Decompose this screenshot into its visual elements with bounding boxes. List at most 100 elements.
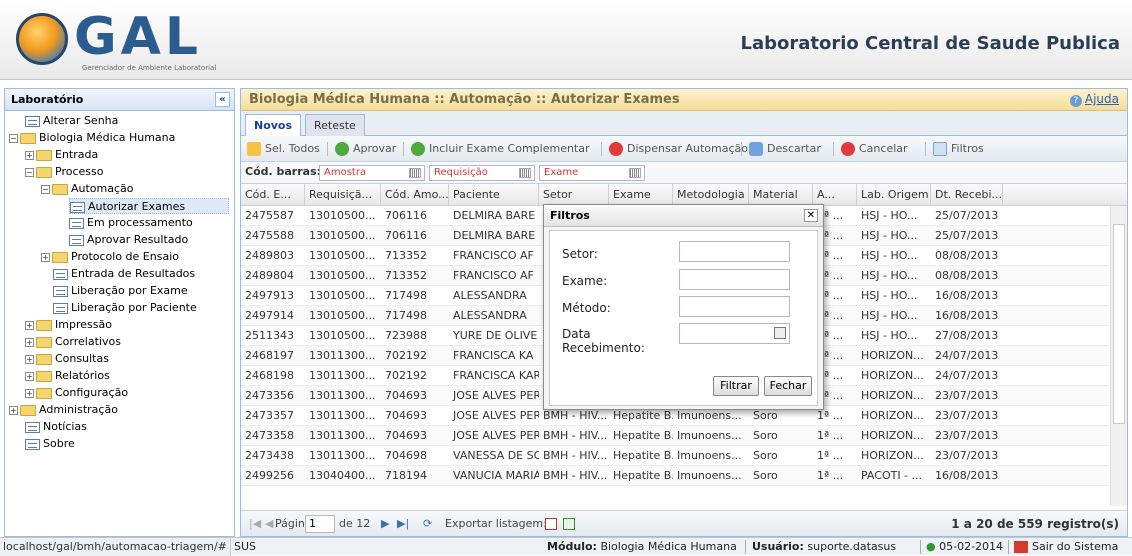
table-cell: 25/07/2013 <box>935 229 999 242</box>
first-page-icon[interactable]: |◀ <box>249 516 261 532</box>
column-header[interactable]: Paciente <box>449 184 539 206</box>
sidebar-item-aprovar-resultado[interactable]: Aprovar Resultado <box>69 232 188 248</box>
column-header[interactable]: Dt. Recebi... <box>931 184 1003 206</box>
column-header[interactable]: Exame <box>609 184 673 206</box>
requisicao-barcode-input[interactable]: Requisição <box>429 165 535 181</box>
add-complementary-exam-button[interactable]: Incluir Exame Complementar <box>411 140 590 158</box>
expand-toggle-icon[interactable]: + <box>25 371 34 381</box>
table-cell: Soro <box>753 429 778 442</box>
tab-reteste[interactable]: Reteste <box>305 114 365 136</box>
sidebar-item-liberacao-por-exame[interactable]: Liberação por Exame <box>53 283 188 299</box>
table-cell: FRANCISCA KA <box>453 349 534 362</box>
sidebar-item-protocolo-de-ensaio[interactable]: + Protocolo de Ensaio <box>41 249 179 265</box>
pdf-export-icon[interactable] <box>545 518 557 530</box>
sidebar-item-consultas[interactable]: + Consultas <box>25 351 109 367</box>
dismiss-automation-button[interactable]: Dispensar Automação <box>609 140 748 158</box>
logo-emblem-icon <box>16 13 68 65</box>
discard-button[interactable]: Descartar <box>749 140 821 158</box>
table-cell: 13011300... <box>309 429 376 442</box>
expand-toggle-icon[interactable]: + <box>25 337 34 347</box>
table-row[interactable]: 2499256 13040400... 718194 VANUCIA MARIA BE… <box>241 466 1109 486</box>
sidebar-item-em-processamento[interactable]: Em processamento <box>69 215 193 231</box>
calendar-icon[interactable] <box>774 327 786 339</box>
expand-toggle-icon[interactable]: + <box>9 405 18 415</box>
table-row[interactable]: 2473438 13011300... 704698 VANESSA DE SOUSA… <box>241 446 1109 466</box>
column-header[interactable]: Setor <box>539 184 609 206</box>
sidebar-item-administracao[interactable]: + Administração <box>9 402 118 418</box>
collapse-toggle-icon[interactable]: − <box>41 184 50 194</box>
sidebar-item-entrada-de-resultados[interactable]: Entrada de Resultados <box>53 266 195 282</box>
page-number-input[interactable]: 1 <box>305 515 335 533</box>
fechar-button[interactable]: Fechar <box>764 376 812 396</box>
logout-button[interactable]: Sair do Sistema <box>1014 538 1118 556</box>
column-header[interactable]: Metodologia <box>673 184 749 206</box>
filtrar-button[interactable]: Filtrar <box>713 376 759 396</box>
folder-icon <box>36 149 52 161</box>
table-cell: Hepatite B... <box>613 429 673 442</box>
sidebar-item-noticias[interactable]: Notícias <box>25 419 87 435</box>
column-header[interactable]: Cód. Amo... <box>381 184 449 206</box>
column-header[interactable]: Lab. Origem <box>857 184 931 206</box>
export-label: Exportar listagem: <box>445 517 547 530</box>
collapse-toggle-icon[interactable]: − <box>25 167 34 177</box>
next-page-icon[interactable]: ▶ <box>381 516 389 532</box>
vertical-scrollbar[interactable] <box>1110 206 1127 506</box>
sidebar-item-alterar-senha[interactable]: Alterar Senha <box>25 113 118 129</box>
sidebar-item-liberacao-por-paciente[interactable]: Liberação por Paciente <box>53 300 197 316</box>
prev-page-icon[interactable]: ◀ <box>265 516 273 532</box>
scrollbar-thumb[interactable] <box>1113 224 1125 424</box>
expand-toggle-icon[interactable]: + <box>25 320 34 330</box>
table-cell: 2497913 <box>245 289 294 302</box>
filters-form: Setor: Exame: Método: Data Recebimento: … <box>549 230 818 406</box>
table-cell: 706116 <box>385 229 427 242</box>
table-cell: 723988 <box>385 329 427 342</box>
table-cell: JOSE ALVES PEREIRA <box>453 429 539 442</box>
sidebar-item-entrada[interactable]: + Entrada <box>25 147 98 163</box>
recebimento-label: Recebimento: <box>562 341 645 355</box>
expand-toggle-icon[interactable]: + <box>25 354 34 364</box>
expand-toggle-icon[interactable]: + <box>25 388 34 398</box>
last-page-icon[interactable]: ▶| <box>397 516 409 532</box>
collapse-sidebar-button[interactable]: « <box>215 92 230 107</box>
sidebar-item-impressao[interactable]: + Impressão <box>25 317 112 333</box>
approve-button[interactable]: Aprovar <box>335 140 396 158</box>
table-cell: HSJ - HO... <box>861 309 918 322</box>
logo-subtitle: Gerenciador de Ambiente Laboratorial <box>82 64 217 72</box>
table-cell: 717498 <box>385 309 427 322</box>
cancel-button[interactable]: Cancelar <box>841 140 908 158</box>
expand-toggle-icon[interactable]: + <box>41 252 50 262</box>
setor-field[interactable] <box>679 241 790 262</box>
metodo-field[interactable] <box>679 296 790 317</box>
tab-novos[interactable]: Novos <box>245 114 302 137</box>
close-icon[interactable]: ✕ <box>804 209 818 222</box>
help-link[interactable]: ? Ajuda <box>1069 89 1119 110</box>
column-header[interactable]: Cód. E... <box>241 184 305 206</box>
data-recebimento-field[interactable] <box>679 323 790 344</box>
refresh-icon[interactable]: ⟳ <box>423 516 432 532</box>
filters-button[interactable]: Filtros <box>933 140 984 158</box>
sidebar-item-relatorios[interactable]: + Relatórios <box>25 368 110 384</box>
table-cell: 1ª ... <box>817 429 844 442</box>
sidebar-item-configuracao[interactable]: + Configuração <box>25 385 128 401</box>
table-cell: FRANCISCO AF <box>453 249 534 262</box>
table-row[interactable]: 2473358 13011300... 704693 JOSE ALVES PEREI… <box>241 426 1109 446</box>
sidebar-item-correlativos[interactable]: + Correlativos <box>25 334 121 350</box>
collapse-toggle-icon[interactable]: − <box>9 133 18 143</box>
exame-field[interactable] <box>679 269 790 290</box>
exame-barcode-input[interactable]: Exame <box>539 165 645 181</box>
expand-toggle-icon[interactable]: + <box>25 150 34 160</box>
table-cell: 713352 <box>385 249 427 262</box>
select-all-button[interactable]: Sel. Todos <box>247 140 320 158</box>
sidebar-item-biologia-medica-humana[interactable]: − Biologia Médica Humana <box>9 130 175 146</box>
column-header[interactable]: Material <box>749 184 813 206</box>
barcode-icon <box>519 168 531 178</box>
sidebar-item-processo[interactable]: − Processo <box>25 164 103 180</box>
amostra-barcode-input[interactable]: Amostra <box>319 165 425 181</box>
sidebar-item-sobre[interactable]: Sobre <box>25 436 75 452</box>
sidebar-item-automacao[interactable]: − Automação <box>41 181 134 197</box>
sidebar-item-autorizar-exames[interactable]: Autorizar Exames <box>69 198 229 214</box>
excel-export-icon[interactable] <box>563 518 575 530</box>
column-header[interactable]: Requisiçã... <box>305 184 381 206</box>
column-header[interactable]: A... <box>813 184 857 206</box>
status-separator <box>745 540 746 554</box>
